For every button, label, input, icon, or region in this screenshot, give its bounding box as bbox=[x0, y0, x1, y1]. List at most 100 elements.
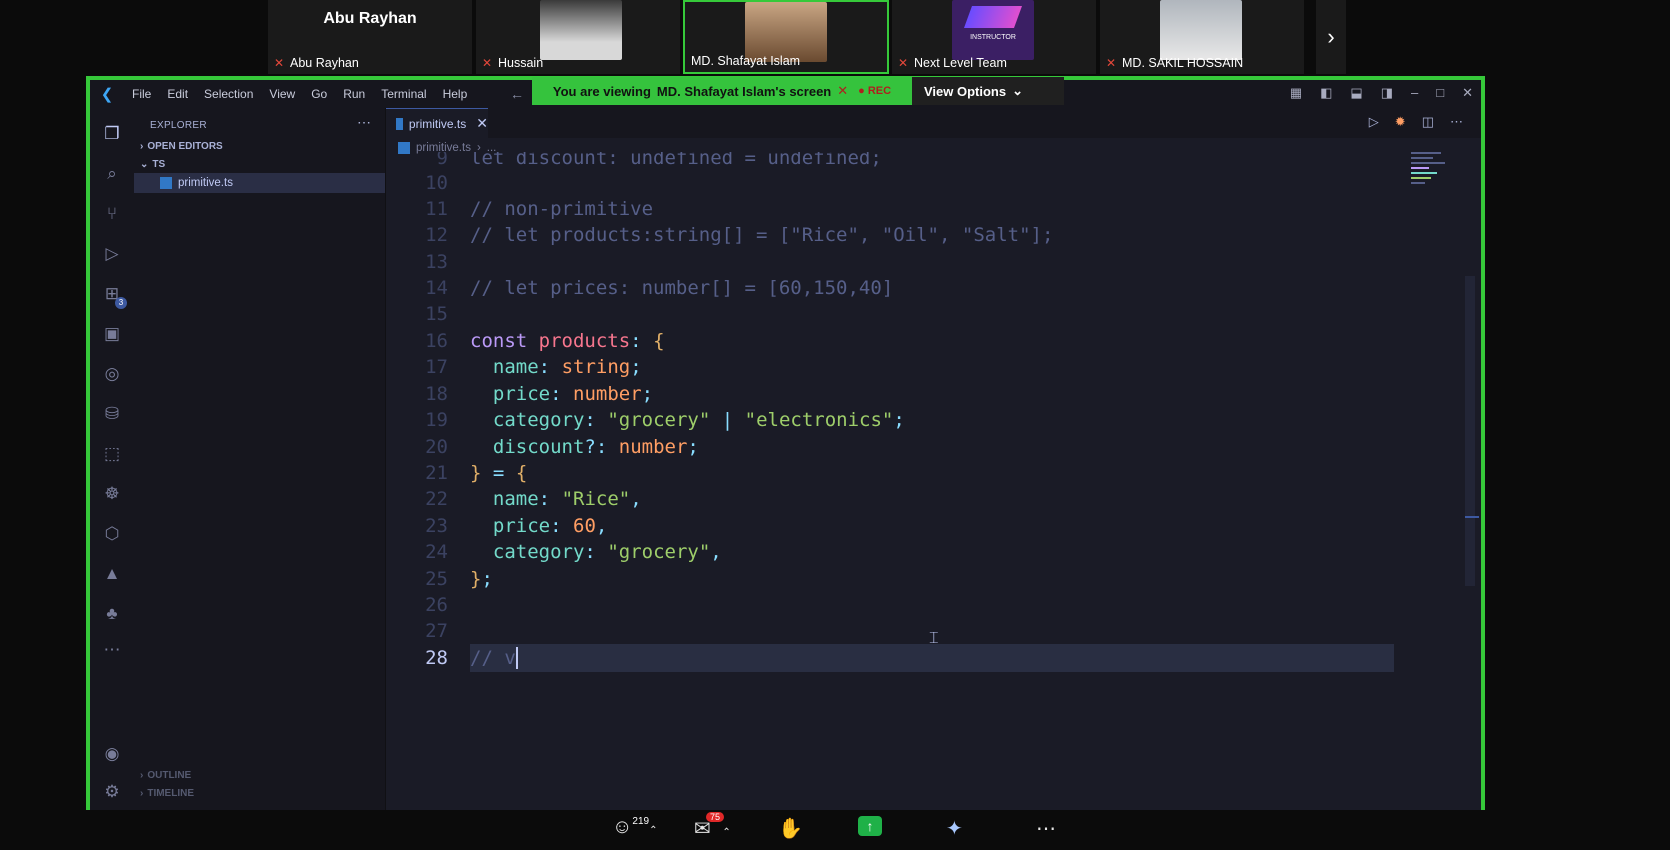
menu-selection[interactable]: Selection bbox=[196, 87, 261, 101]
participants-button[interactable]: ☺219⌃ bbox=[612, 816, 658, 839]
code-text: category: "grocery", bbox=[492, 541, 722, 563]
tab-primitive-ts[interactable]: primitive.ts ✕ bbox=[386, 108, 488, 138]
toggle-secondary-sidebar-icon[interactable]: ◨ bbox=[1381, 85, 1393, 101]
participant-tile-abu-rayhan[interactable]: Abu Rayhan ✕ Abu Rayhan bbox=[268, 0, 472, 74]
rec-label: REC bbox=[867, 85, 892, 97]
explorer-icon[interactable]: ❐ bbox=[100, 122, 124, 146]
code-line: 18 price: number; bbox=[386, 380, 1481, 408]
recording-indicator: ● REC bbox=[858, 85, 892, 97]
more-icon[interactable]: ⋯ bbox=[100, 638, 124, 662]
participant-tile-next-level-team[interactable]: INSTRUCTOR ✕ Next Level Team bbox=[892, 0, 1096, 74]
chevron-right-icon: › bbox=[140, 140, 144, 152]
back-arrow-icon[interactable]: ← bbox=[510, 86, 524, 102]
participant-tile-shafayat[interactable]: MD. Shafayat Islam bbox=[683, 0, 889, 74]
participant-label: MD. Shafayat Islam bbox=[691, 54, 800, 68]
close-tab-icon[interactable]: ✕ bbox=[476, 115, 488, 132]
next-participants-arrow-icon[interactable]: › bbox=[1316, 0, 1346, 74]
close-icon[interactable]: ✕ bbox=[1462, 85, 1473, 101]
open-editors-section[interactable]: › OPEN EDITORS bbox=[134, 136, 385, 156]
code-text: discount?: number; bbox=[492, 436, 699, 458]
layers-icon[interactable]: ⬚ bbox=[100, 442, 124, 466]
raise-hand-button[interactable]: ✋ bbox=[778, 816, 803, 841]
more-actions-icon[interactable]: ⋯ bbox=[357, 114, 371, 131]
menu-edit[interactable]: Edit bbox=[159, 87, 196, 101]
prisma-icon[interactable]: ▲ bbox=[100, 562, 124, 586]
participant-tile-sakil[interactable]: ✕ MD. SAKIL HOSSAIN bbox=[1100, 0, 1304, 74]
text-caret bbox=[515, 647, 518, 670]
line-number: 18 bbox=[425, 383, 448, 405]
outline-section[interactable]: › OUTLINE bbox=[134, 766, 385, 784]
maximize-icon[interactable]: □ bbox=[1436, 85, 1444, 101]
timeline-label: TIMELINE bbox=[147, 787, 195, 799]
participant-tile-hussain[interactable]: ✕ Hussain bbox=[476, 0, 680, 74]
minimap[interactable] bbox=[1411, 150, 1451, 190]
code-line: 14 // let prices: number[] = [60,150,40] bbox=[386, 274, 1481, 302]
folder-ts-section[interactable]: ⌄ TS bbox=[134, 154, 385, 174]
participant-name: Abu Rayhan bbox=[290, 56, 359, 70]
line-number: 12 bbox=[425, 224, 448, 246]
menu-view[interactable]: View bbox=[261, 87, 303, 101]
muted-mic-icon: ✕ bbox=[274, 56, 285, 70]
remote-explorer-icon[interactable]: ▣ bbox=[100, 322, 124, 346]
split-editor-icon[interactable]: ◫ bbox=[1422, 114, 1434, 130]
toggle-panel-icon[interactable]: ⬓ bbox=[1350, 85, 1362, 101]
more-icon: ⋯ bbox=[1036, 818, 1056, 840]
file-primitive-ts[interactable]: primitive.ts bbox=[134, 173, 385, 193]
ai-companion-button[interactable]: ✦ bbox=[946, 816, 963, 841]
database-icon[interactable]: ⛁ bbox=[100, 402, 124, 426]
code-line: 23 price: 60, bbox=[386, 512, 1481, 540]
outline-label: OUTLINE bbox=[147, 769, 192, 781]
toggle-sidebar-icon[interactable]: ◧ bbox=[1320, 85, 1332, 101]
line-number: 13 bbox=[425, 251, 448, 273]
current-line-highlight bbox=[470, 644, 1394, 672]
search-icon[interactable]: ⌕ bbox=[100, 162, 124, 186]
menu-go[interactable]: Go bbox=[303, 87, 335, 101]
code-text: category: "grocery" | "electronics"; bbox=[492, 409, 905, 431]
code-text: } = { bbox=[470, 462, 528, 484]
view-options-label: View Options bbox=[924, 83, 1007, 99]
code-token: "grocery" bbox=[607, 409, 711, 431]
extensions-icon[interactable]: ⊞ 3 bbox=[100, 282, 127, 309]
more-button[interactable]: ⋯ bbox=[1036, 816, 1056, 841]
menu-run[interactable]: Run bbox=[335, 87, 373, 101]
view-options-button[interactable]: View Options ⌄ bbox=[912, 77, 1064, 105]
menu-terminal[interactable]: Terminal bbox=[373, 87, 434, 101]
kubernetes-icon[interactable]: ☸ bbox=[100, 482, 124, 506]
chevron-right-icon: › bbox=[140, 787, 144, 799]
typescript-file-icon bbox=[396, 117, 403, 130]
code-view[interactable]: 9 let discount: undefined = undefined; 1… bbox=[386, 152, 1481, 792]
line-number: 23 bbox=[425, 515, 448, 537]
line-number: 10 bbox=[425, 172, 448, 194]
run-debug-icon[interactable]: ▷ bbox=[100, 242, 124, 266]
chat-button[interactable]: ✉ 75 ⌃ bbox=[694, 812, 731, 841]
docker-icon[interactable]: ⬡ bbox=[100, 522, 124, 546]
explorer-sidebar: EXPLORER ⋯ › OPEN EDITORS ⌄ TS primitive… bbox=[134, 108, 386, 814]
code-token: number bbox=[573, 383, 642, 405]
timeline-section[interactable]: › TIMELINE bbox=[134, 784, 385, 802]
code-token: string bbox=[561, 356, 631, 378]
code-text: const products: { bbox=[470, 330, 665, 352]
line-number: 27 bbox=[425, 620, 448, 642]
account-icon[interactable]: ◉ bbox=[100, 742, 124, 766]
file-label: primitive.ts bbox=[178, 177, 233, 189]
settings-gear-icon[interactable]: ⚙ bbox=[100, 780, 124, 804]
python-icon[interactable]: ♣ bbox=[100, 602, 124, 626]
code-line: 20 discount?: number; bbox=[386, 433, 1481, 461]
share-banner: You are viewing MD. Shafayat Islam's scr… bbox=[532, 77, 912, 105]
minimize-icon[interactable]: – bbox=[1411, 85, 1418, 101]
source-control-icon[interactable]: ⑂ bbox=[100, 202, 124, 226]
menu-file[interactable]: File bbox=[124, 87, 159, 101]
layout-icon[interactable]: ▦ bbox=[1290, 85, 1302, 101]
run-icon[interactable]: ▷ bbox=[1369, 114, 1379, 130]
line-number: 19 bbox=[425, 409, 448, 431]
code-token: category bbox=[492, 409, 585, 431]
more-actions-icon[interactable]: ⋯ bbox=[1450, 114, 1463, 130]
browser-icon[interactable]: ◎ bbox=[100, 362, 124, 386]
vertical-scrollbar[interactable] bbox=[1465, 276, 1475, 586]
chat-unread-badge: 75 bbox=[706, 812, 725, 822]
code-line: 24 category: "grocery", bbox=[386, 538, 1481, 566]
debug-icon[interactable]: ✹ bbox=[1395, 114, 1406, 130]
menu-help[interactable]: Help bbox=[435, 87, 476, 101]
share-screen-button[interactable]: ↑ bbox=[858, 816, 882, 836]
code-text: price: 60, bbox=[492, 515, 608, 537]
